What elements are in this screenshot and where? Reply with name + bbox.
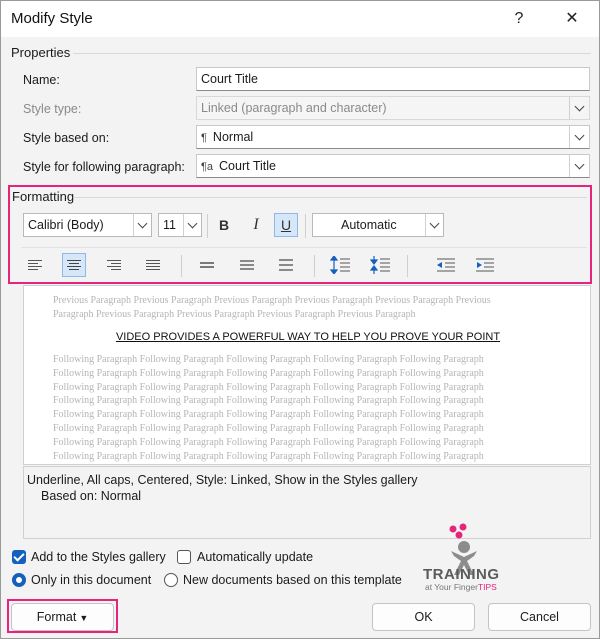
based-on-value: Normal (212, 130, 254, 144)
align-center-icon (67, 260, 81, 270)
underline-button[interactable]: U (274, 213, 298, 237)
increase-indent-button[interactable] (473, 253, 497, 277)
format-button-label: Format (36, 610, 77, 624)
following-value: Court Title (219, 159, 276, 173)
logo-word-training: TRAINING (423, 566, 500, 583)
toolbar-separator (181, 255, 182, 277)
align-left-button[interactable] (23, 253, 47, 277)
align-right-icon (107, 260, 121, 270)
font-color-select[interactable]: Automatic (312, 213, 444, 237)
chevron-down-icon (569, 126, 589, 148)
font-size-value: 11 (163, 218, 176, 232)
decrease-spacing-button[interactable] (368, 253, 392, 277)
bold-button[interactable]: B (212, 213, 236, 237)
add-gallery-checkbox[interactable] (12, 550, 26, 564)
decrease-indent-button[interactable] (434, 253, 458, 277)
toolbar-separator (305, 214, 306, 238)
modify-style-dialog: Modify Style ? ✕ Properties Name: Court … (0, 0, 600, 639)
cancel-button[interactable]: Cancel (488, 603, 591, 631)
chevron-down-icon (569, 97, 589, 119)
description-line-2: Based on: Normal (41, 489, 142, 503)
auto-update-checkbox[interactable] (177, 550, 191, 564)
name-value: Court Title (201, 72, 258, 86)
style-type-label: Style type: (23, 102, 82, 116)
style-type-select: Linked (paragraph and character) (196, 96, 590, 120)
single-spacing-icon (200, 262, 214, 268)
logo-tagline-tips: TIPS (477, 582, 497, 592)
font-value: Calibri (Body) (28, 218, 104, 232)
justify-icon (146, 260, 160, 270)
following-paragraph-text: Following Paragraph Following Paragraph … (53, 354, 484, 462)
chevron-down-icon (425, 214, 443, 236)
justify-button[interactable] (141, 253, 165, 277)
title-bar: Modify Style ? ✕ (1, 1, 599, 37)
only-document-label: Only in this document (31, 573, 152, 587)
align-left-icon (28, 260, 42, 270)
logo-tagline: at Your FingerTIPS (425, 582, 497, 592)
properties-divider (73, 53, 591, 54)
formatting-heading: Formatting (12, 189, 75, 204)
previous-paragraph-text: Previous Paragraph Previous Paragraph Pr… (53, 295, 491, 320)
close-button[interactable]: ✕ (557, 7, 587, 31)
style-type-value: Linked (paragraph and character) (201, 101, 387, 115)
style-preview: Previous Paragraph Previous Paragraph Pr… (23, 285, 591, 465)
double-spacing-icon (279, 259, 293, 271)
one-half-spacing-icon (240, 260, 254, 270)
add-gallery-label: Add to the Styles gallery (31, 550, 166, 564)
font-size-select[interactable]: 11 (158, 213, 202, 237)
double-spacing-button[interactable] (274, 253, 298, 277)
description-line-1: Underline, All caps, Centered, Style: Li… (27, 473, 418, 487)
help-button[interactable]: ? (506, 7, 532, 31)
increase-indent-icon (476, 258, 494, 272)
name-input[interactable]: Court Title (196, 67, 590, 91)
based-on-select[interactable]: ¶ Normal (196, 125, 590, 149)
chevron-down-icon (183, 214, 201, 236)
chevron-down-icon (569, 155, 589, 177)
name-label: Name: (23, 73, 60, 87)
following-label: Style for following paragraph: (23, 160, 185, 174)
new-documents-radio[interactable] (164, 573, 178, 587)
dropdown-arrow-icon: ▼ (79, 613, 89, 623)
toolbar-separator (314, 255, 315, 277)
increase-spacing-button[interactable] (328, 253, 352, 277)
font-color-value: Automatic (341, 218, 397, 232)
properties-heading: Properties (11, 45, 71, 60)
dialog-title: Modify Style (11, 10, 93, 27)
decrease-indent-icon (437, 258, 455, 272)
increase-spacing-icon (330, 256, 350, 274)
logo-tagline-main: at Your Finger (425, 582, 478, 592)
ok-button[interactable]: OK (372, 603, 475, 631)
single-spacing-button[interactable] (195, 253, 219, 277)
auto-update-label: Automatically update (197, 550, 314, 564)
toolbar-separator (207, 214, 208, 238)
new-documents-label: New documents based on this template (183, 573, 402, 587)
align-right-button[interactable] (102, 253, 126, 277)
decrease-spacing-icon (370, 256, 390, 274)
align-center-button[interactable] (62, 253, 86, 277)
sample-paragraph-text: VIDEO PROVIDES A POWERFUL WAY TO HELP YO… (115, 331, 501, 343)
following-select[interactable]: ¶a Court Title (196, 154, 590, 178)
pilcrow-icon: ¶ (201, 132, 207, 144)
format-button[interactable]: Format ▼ (11, 603, 114, 631)
italic-button[interactable]: I (244, 213, 268, 237)
font-select[interactable]: Calibri (Body) (23, 213, 152, 237)
chevron-down-icon (133, 214, 151, 236)
formatting-divider (74, 197, 587, 198)
only-document-radio[interactable] (12, 573, 26, 587)
toolbar-divider (21, 247, 587, 248)
one-half-spacing-button[interactable] (235, 253, 259, 277)
based-on-label: Style based on: (23, 131, 110, 145)
toolbar-separator (407, 255, 408, 277)
linked-style-icon: ¶a (201, 161, 214, 173)
